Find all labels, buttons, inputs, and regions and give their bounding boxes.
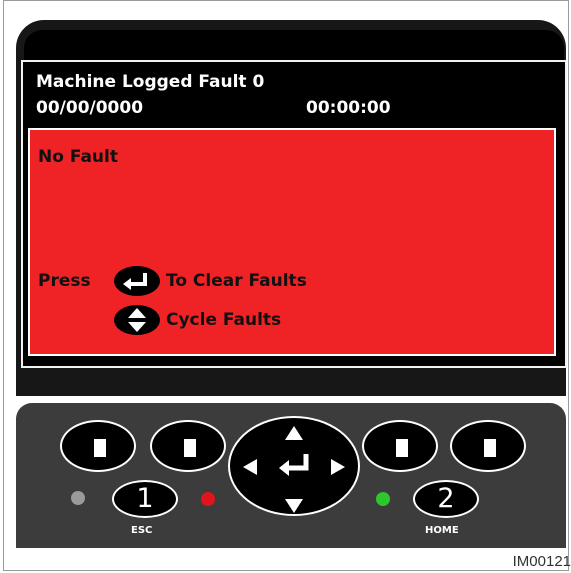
figure-id-label: IM00121	[512, 553, 571, 570]
home-label: HOME	[425, 525, 459, 536]
led-indicator-red	[201, 492, 215, 506]
softkey-square-icon	[484, 439, 496, 457]
softkey-square-icon	[94, 439, 106, 457]
nav-down-button[interactable]	[285, 499, 303, 513]
clear-faults-label: To Clear Faults	[166, 271, 307, 291]
esc-label: ESC	[131, 525, 153, 536]
softkey-1-button[interactable]	[60, 420, 136, 472]
nav-right-button[interactable]	[331, 459, 345, 475]
key-2-home-button[interactable]: 2	[413, 480, 479, 518]
screen-bottom-strip	[16, 368, 566, 396]
fault-date: 00/00/0000	[36, 98, 144, 118]
up-down-arrows-icon	[114, 305, 160, 335]
cycle-faults-label: Cycle Faults	[166, 310, 282, 330]
fault-time: 00:00:00	[306, 98, 391, 118]
screen-top-strip	[24, 30, 564, 60]
fault-title: Machine Logged Fault 0	[36, 72, 265, 92]
nav-enter-button[interactable]	[277, 452, 313, 478]
enter-icon	[114, 266, 160, 296]
led-indicator-green	[376, 492, 390, 506]
softkey-2-button[interactable]	[150, 420, 226, 472]
fault-status-text: No Fault	[38, 147, 118, 167]
led-indicator-grey	[71, 491, 85, 505]
softkey-4-button[interactable]	[450, 420, 526, 472]
softkey-3-button[interactable]	[362, 420, 438, 472]
key-1-esc-button[interactable]: 1	[112, 480, 178, 518]
press-label: Press	[38, 271, 91, 291]
softkey-square-icon	[396, 439, 408, 457]
nav-left-button[interactable]	[243, 459, 257, 475]
softkey-square-icon	[184, 439, 196, 457]
nav-up-button[interactable]	[285, 426, 303, 440]
